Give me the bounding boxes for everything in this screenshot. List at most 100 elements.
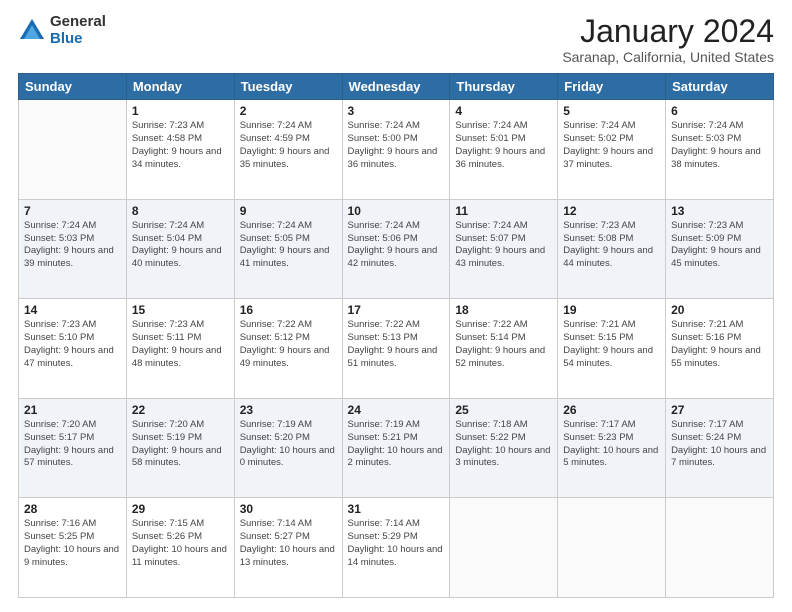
header: General Blue January 2024 Saranap, Calif… [18, 14, 774, 65]
day-number: 2 [240, 104, 337, 118]
title-block: January 2024 Saranap, California, United… [562, 14, 774, 65]
header-saturday: Saturday [666, 74, 774, 100]
day-info: Sunrise: 7:21 AMSunset: 5:15 PMDaylight:… [563, 319, 660, 370]
day-number: 16 [240, 303, 337, 317]
day-number: 14 [24, 303, 121, 317]
calendar-week-5: 28 Sunrise: 7:16 AMSunset: 5:25 PMDayligh… [19, 498, 774, 598]
day-info: Sunrise: 7:24 AMSunset: 5:07 PMDaylight:… [455, 220, 552, 271]
calendar-cell: 8 Sunrise: 7:24 AMSunset: 5:04 PMDaylight… [126, 199, 234, 299]
header-wednesday: Wednesday [342, 74, 450, 100]
day-number: 31 [348, 502, 445, 516]
day-info: Sunrise: 7:24 AMSunset: 5:01 PMDaylight:… [455, 120, 552, 171]
day-info: Sunrise: 7:23 AMSunset: 5:09 PMDaylight:… [671, 220, 768, 271]
subtitle: Saranap, California, United States [562, 49, 774, 65]
day-number: 29 [132, 502, 229, 516]
calendar-cell: 14 Sunrise: 7:23 AMSunset: 5:10 PMDayligh… [19, 299, 127, 399]
calendar-cell: 16 Sunrise: 7:22 AMSunset: 5:12 PMDayligh… [234, 299, 342, 399]
logo-icon [18, 17, 46, 45]
calendar-cell: 27 Sunrise: 7:17 AMSunset: 5:24 PMDayligh… [666, 398, 774, 498]
calendar-cell: 7Sunrise: 7:24 AMSunset: 5:03 PMDaylight… [19, 199, 127, 299]
day-info: Sunrise: 7:22 AMSunset: 5:14 PMDaylight:… [455, 319, 552, 370]
day-info: Sunrise: 7:24 AMSunset: 5:00 PMDaylight:… [348, 120, 445, 171]
day-info: Sunrise: 7:22 AMSunset: 5:12 PMDaylight:… [240, 319, 337, 370]
day-info: Sunrise: 7:24 AMSunset: 5:02 PMDaylight:… [563, 120, 660, 171]
day-number: 6 [671, 104, 768, 118]
day-info: Sunrise: 7:24 AMSunset: 5:03 PMDaylight:… [24, 220, 121, 271]
day-info: Sunrise: 7:23 AMSunset: 5:11 PMDaylight:… [132, 319, 229, 370]
day-info: Sunrise: 7:17 AMSunset: 5:24 PMDaylight:… [671, 419, 768, 470]
calendar-cell: 24 Sunrise: 7:19 AMSunset: 5:21 PMDayligh… [342, 398, 450, 498]
calendar-table: Sunday Monday Tuesday Wednesday Thursday… [18, 73, 774, 598]
calendar-cell: 10 Sunrise: 7:24 AMSunset: 5:06 PMDayligh… [342, 199, 450, 299]
day-info: Sunrise: 7:14 AMSunset: 5:29 PMDaylight:… [348, 518, 445, 569]
day-number: 9 [240, 204, 337, 218]
calendar-cell: 4 Sunrise: 7:24 AMSunset: 5:01 PMDaylight… [450, 100, 558, 200]
header-tuesday: Tuesday [234, 74, 342, 100]
calendar-cell [558, 498, 666, 598]
day-info: Sunrise: 7:20 AMSunset: 5:19 PMDaylight:… [132, 419, 229, 470]
day-info: Sunrise: 7:23 AMSunset: 5:10 PMDaylight:… [24, 319, 121, 370]
day-info: Sunrise: 7:21 AMSunset: 5:16 PMDaylight:… [671, 319, 768, 370]
day-number: 5 [563, 104, 660, 118]
day-number: 21 [24, 403, 121, 417]
day-info: Sunrise: 7:16 AMSunset: 5:25 PMDaylight:… [24, 518, 121, 569]
day-number: 12 [563, 204, 660, 218]
day-number: 1 [132, 104, 229, 118]
calendar-cell: 31 Sunrise: 7:14 AMSunset: 5:29 PMDayligh… [342, 498, 450, 598]
calendar-cell: 22 Sunrise: 7:20 AMSunset: 5:19 PMDayligh… [126, 398, 234, 498]
day-number: 20 [671, 303, 768, 317]
day-info: Sunrise: 7:24 AMSunset: 4:59 PMDaylight:… [240, 120, 337, 171]
day-info: Sunrise: 7:24 AMSunset: 5:06 PMDaylight:… [348, 220, 445, 271]
header-thursday: Thursday [450, 74, 558, 100]
calendar-cell: 28 Sunrise: 7:16 AMSunset: 5:25 PMDayligh… [19, 498, 127, 598]
day-info: Sunrise: 7:19 AMSunset: 5:20 PMDaylight:… [240, 419, 337, 470]
day-info: Sunrise: 7:19 AMSunset: 5:21 PMDaylight:… [348, 419, 445, 470]
calendar-cell: 30Sunrise: 7:14 AMSunset: 5:27 PMDayligh… [234, 498, 342, 598]
day-number: 19 [563, 303, 660, 317]
day-number: 3 [348, 104, 445, 118]
day-info: Sunrise: 7:22 AMSunset: 5:13 PMDaylight:… [348, 319, 445, 370]
day-number: 17 [348, 303, 445, 317]
calendar-header-row: Sunday Monday Tuesday Wednesday Thursday… [19, 74, 774, 100]
calendar-cell: 6 Sunrise: 7:24 AMSunset: 5:03 PMDaylight… [666, 100, 774, 200]
calendar-cell: 20 Sunrise: 7:21 AMSunset: 5:16 PMDayligh… [666, 299, 774, 399]
main-title: January 2024 [562, 14, 774, 49]
day-number: 30 [240, 502, 337, 516]
calendar-cell: 26Sunrise: 7:17 AMSunset: 5:23 PMDayligh… [558, 398, 666, 498]
day-info: Sunrise: 7:24 AMSunset: 5:03 PMDaylight:… [671, 120, 768, 171]
calendar-cell: 2 Sunrise: 7:24 AMSunset: 4:59 PMDaylight… [234, 100, 342, 200]
day-info: Sunrise: 7:23 AMSunset: 5:08 PMDaylight:… [563, 220, 660, 271]
calendar-cell: 23 Sunrise: 7:19 AMSunset: 5:20 PMDayligh… [234, 398, 342, 498]
day-number: 28 [24, 502, 121, 516]
day-info: Sunrise: 7:15 AMSunset: 5:26 PMDaylight:… [132, 518, 229, 569]
day-number: 11 [455, 204, 552, 218]
day-info: Sunrise: 7:20 AMSunset: 5:17 PMDaylight:… [24, 419, 121, 470]
day-number: 13 [671, 204, 768, 218]
day-number: 18 [455, 303, 552, 317]
day-number: 27 [671, 403, 768, 417]
calendar-cell: 12 Sunrise: 7:23 AMSunset: 5:08 PMDayligh… [558, 199, 666, 299]
calendar-cell: 18 Sunrise: 7:22 AMSunset: 5:14 PMDayligh… [450, 299, 558, 399]
calendar-cell: 9Sunrise: 7:24 AMSunset: 5:05 PMDaylight… [234, 199, 342, 299]
header-friday: Friday [558, 74, 666, 100]
day-number: 10 [348, 204, 445, 218]
day-number: 4 [455, 104, 552, 118]
day-number: 23 [240, 403, 337, 417]
calendar-cell: 1Sunrise: 7:23 AMSunset: 4:58 PMDaylight… [126, 100, 234, 200]
day-info: Sunrise: 7:24 AMSunset: 5:04 PMDaylight:… [132, 220, 229, 271]
day-number: 8 [132, 204, 229, 218]
calendar-week-1: 1Sunrise: 7:23 AMSunset: 4:58 PMDaylight… [19, 100, 774, 200]
calendar-cell: 29 Sunrise: 7:15 AMSunset: 5:26 PMDayligh… [126, 498, 234, 598]
day-number: 24 [348, 403, 445, 417]
page: General Blue January 2024 Saranap, Calif… [0, 0, 792, 612]
header-monday: Monday [126, 74, 234, 100]
logo: General Blue [18, 14, 106, 47]
calendar-week-4: 21 Sunrise: 7:20 AMSunset: 5:17 PMDayligh… [19, 398, 774, 498]
calendar-cell [450, 498, 558, 598]
calendar-cell: 3 Sunrise: 7:24 AMSunset: 5:00 PMDaylight… [342, 100, 450, 200]
calendar-cell: 17 Sunrise: 7:22 AMSunset: 5:13 PMDayligh… [342, 299, 450, 399]
day-number: 22 [132, 403, 229, 417]
calendar-week-2: 7Sunrise: 7:24 AMSunset: 5:03 PMDaylight… [19, 199, 774, 299]
logo-general: General [50, 14, 106, 31]
calendar-cell: 25Sunrise: 7:18 AMSunset: 5:22 PMDayligh… [450, 398, 558, 498]
